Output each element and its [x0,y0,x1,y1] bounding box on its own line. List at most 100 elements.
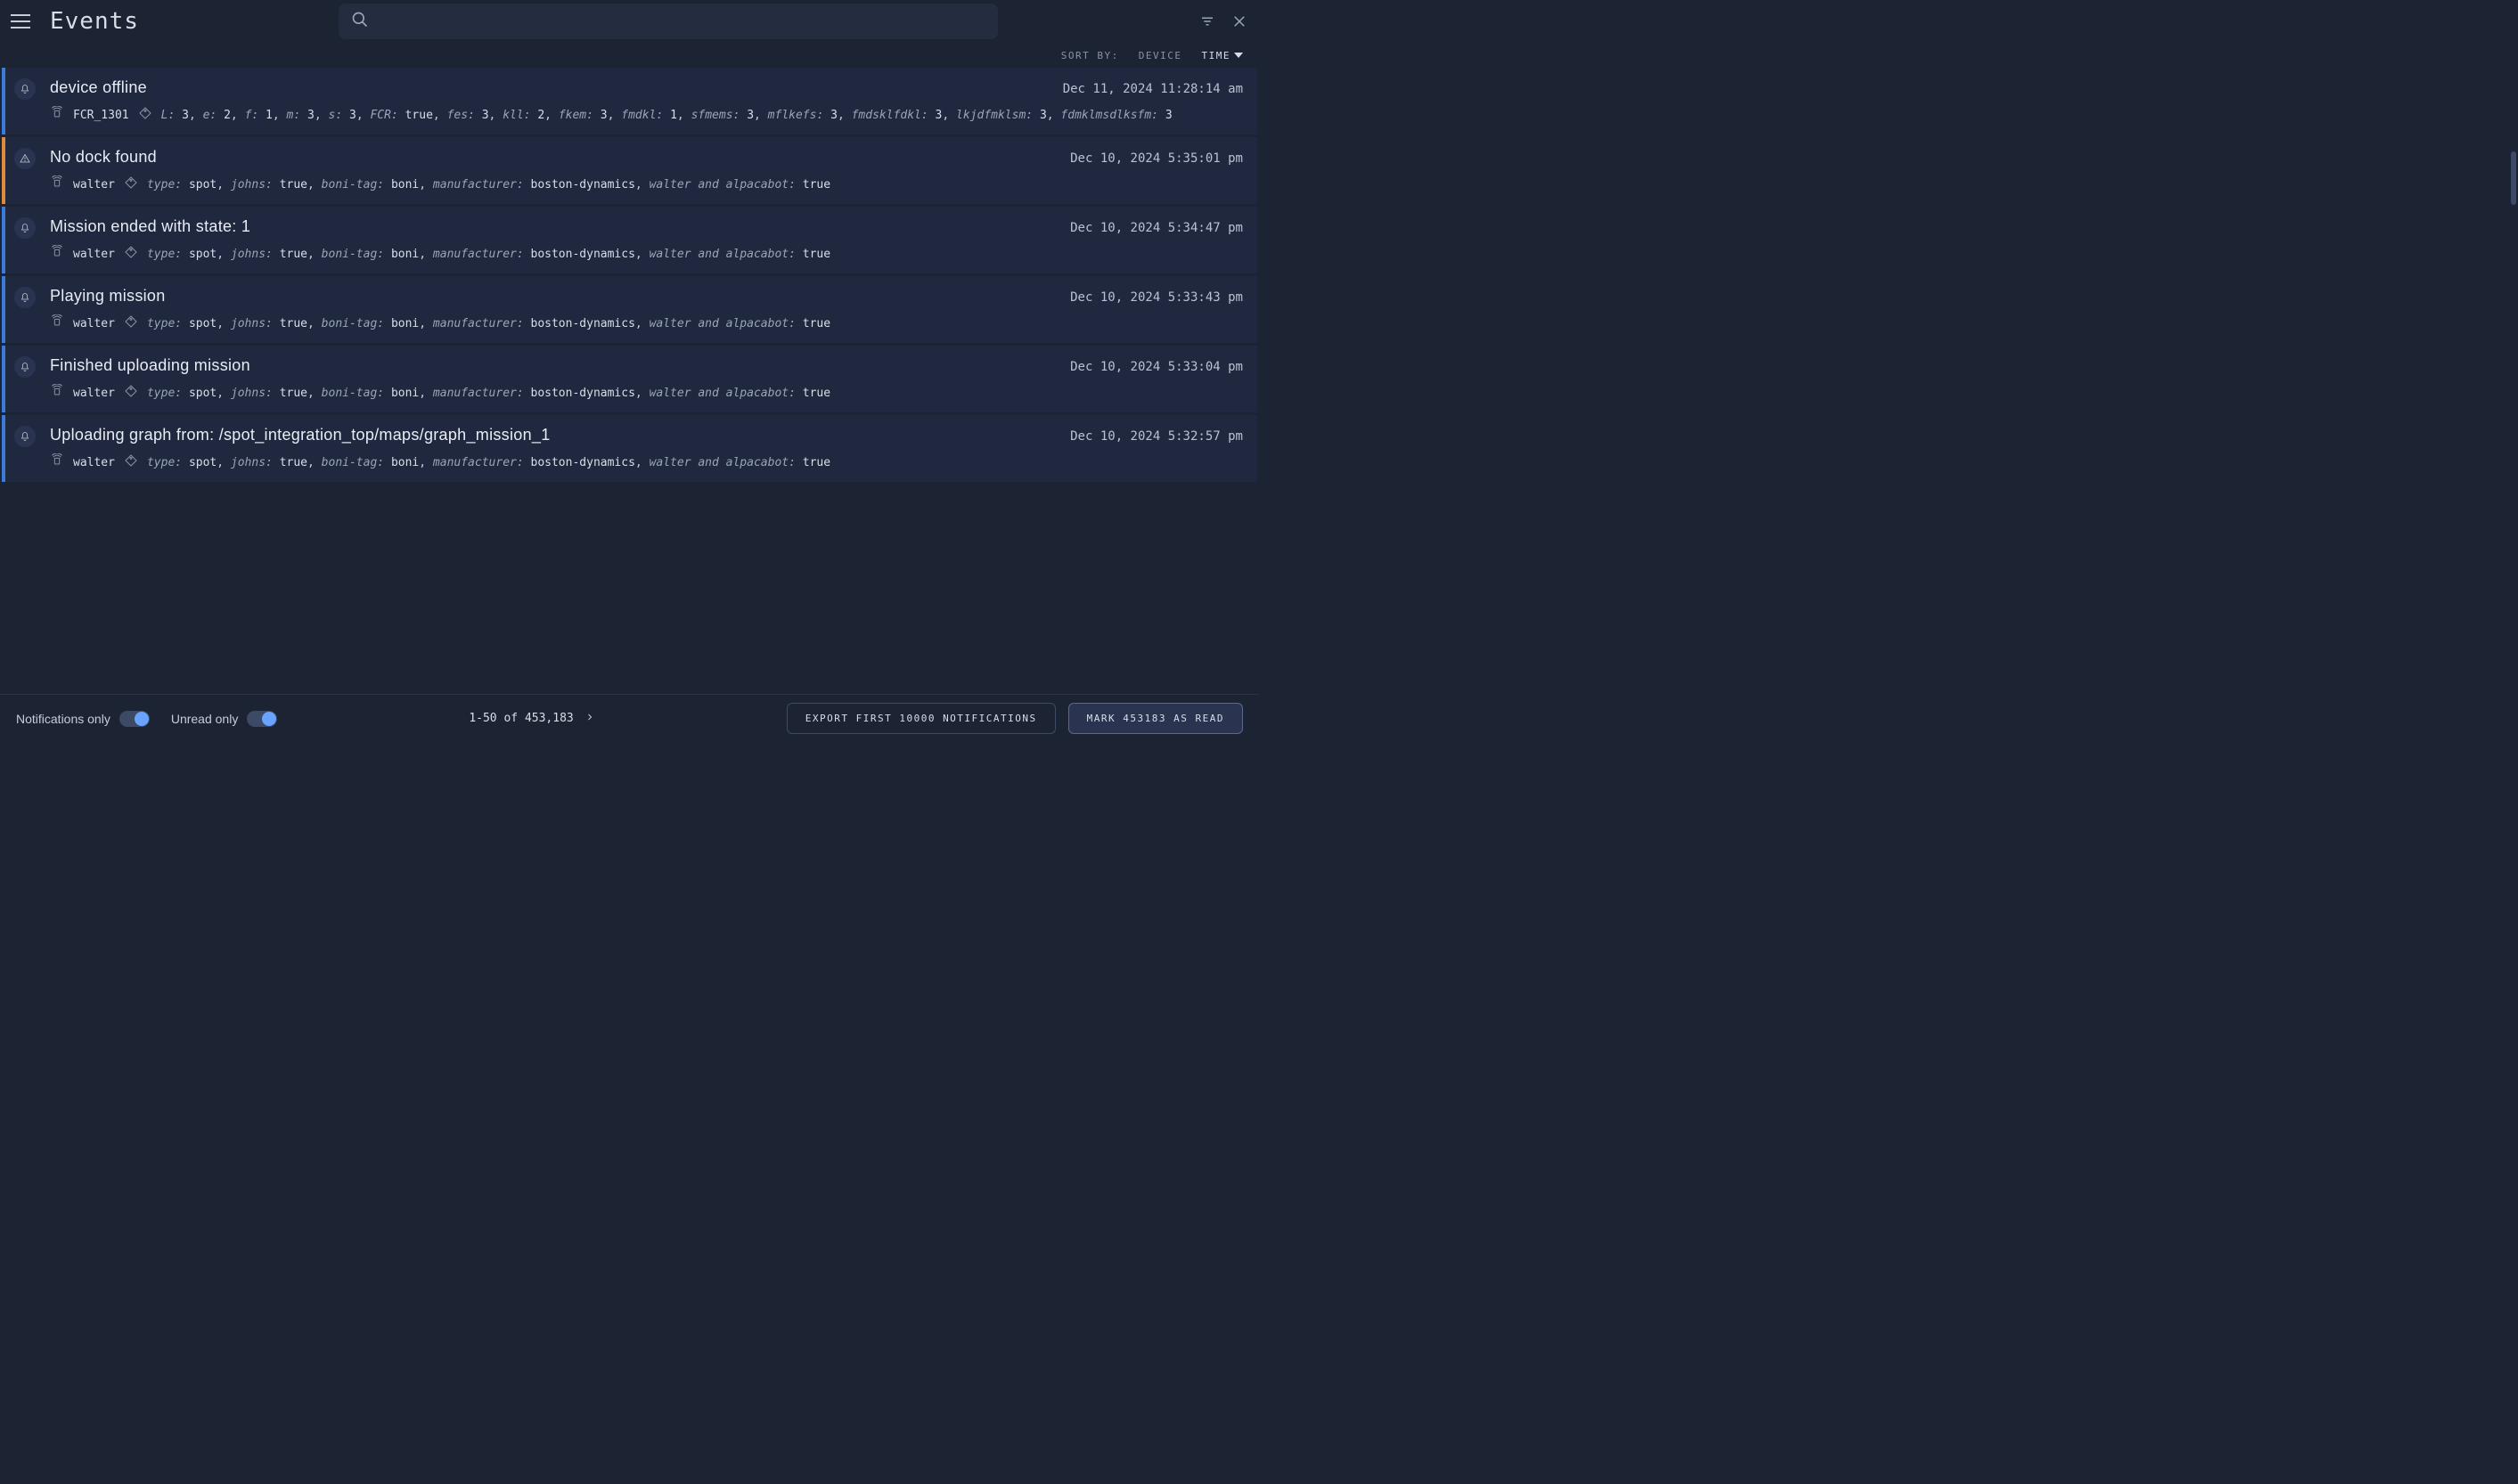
tag-value: true [803,178,830,192]
device-icon [50,106,64,124]
tag-key: walter and alpacabot: [650,248,796,261]
device-icon [50,245,64,263]
tag-key: L: [161,109,176,122]
event-timestamp: Dec 10, 2024 5:34:47 pm [1070,221,1243,235]
tag-value: true [280,387,307,400]
warning-icon [14,148,36,169]
accent-bar [2,346,5,412]
event-timestamp: Dec 10, 2024 5:33:43 pm [1070,290,1243,305]
tag-value: boston-dynamics [531,248,635,261]
tag-key: manufacturer: [433,248,524,261]
event-tags: type: spot, johns: true, boni-tag: boni,… [147,387,830,400]
tag-key: type: [147,387,182,400]
tag-key: boni-tag: [322,248,384,261]
bell-icon [14,426,36,447]
event-tags: type: spot, johns: true, boni-tag: boni,… [147,248,830,261]
tag-key: f: [245,109,259,122]
device-name: walter [73,387,115,400]
unread-only-toggle[interactable] [247,711,277,727]
tag-value: spot [189,456,217,469]
tag-value: boston-dynamics [531,387,635,400]
page-title: Events [50,8,139,35]
tag-key: sfmems: [691,109,740,122]
export-button[interactable]: EXPORT FIRST 10000 NOTIFICATIONS [787,703,1056,734]
scrollbar[interactable] [2511,151,2516,205]
tag-key: manufacturer: [433,387,524,400]
device-icon [50,453,64,471]
tag-key: mflkefs: [768,109,824,122]
accent-bar [2,68,5,135]
tag-value: 3 [830,109,838,122]
tag-value: 2 [537,109,544,122]
device-name: FCR_1301 [73,109,129,122]
tag-key: fmdkl: [621,109,663,122]
event-tags: L: 3, e: 2, f: 1, m: 3, s: 3, FCR: true,… [161,109,1173,122]
unread-only-label: Unread only [171,712,239,726]
event-tags: type: spot, johns: true, boni-tag: boni,… [147,317,830,330]
tag-value: true [405,109,433,122]
tag-key: walter and alpacabot: [650,317,796,330]
tag-value: boni [391,248,419,261]
tag-key: johns: [231,456,273,469]
accent-bar [2,276,5,343]
tag-value: boston-dynamics [531,178,635,192]
tag-value: 3 [601,109,608,122]
device-icon [50,175,64,193]
tag-key: boni-tag: [322,178,384,192]
event-row[interactable]: No dock foundDec 10, 2024 5:35:01 pmwalt… [2,137,1257,204]
accent-bar [2,137,5,204]
tag-value: true [280,317,307,330]
sort-time[interactable]: TIME [1202,50,1244,61]
event-title: Uploading graph from: /spot_integration_… [50,426,551,444]
menu-icon[interactable] [11,11,32,32]
tag-value: true [280,178,307,192]
chevron-down-icon [1234,53,1243,58]
event-row[interactable]: Finished uploading mission Dec 10, 2024 5… [2,346,1257,412]
tag-key: type: [147,317,182,330]
event-title: Mission ended with state: 1 [50,217,250,236]
tag-value: boni [391,456,419,469]
tag-value: true [803,248,830,261]
close-icon[interactable] [1230,12,1248,30]
event-row[interactable]: Playing mission Dec 10, 2024 5:33:43 pm wa… [2,276,1257,343]
tag-value: true [280,456,307,469]
event-row[interactable]: Uploading graph from: /spot_integration_… [2,415,1257,482]
tag-value: boni [391,317,419,330]
tag-value: spot [189,387,217,400]
device-name: walter [73,178,115,192]
tag-icon [124,314,138,332]
tag-key: walter and alpacabot: [650,456,796,469]
event-row[interactable]: device offlineDec 11, 2024 11:28:14 amFC… [2,68,1257,135]
search-box[interactable] [339,4,998,39]
tag-key: manufacturer: [433,178,524,192]
notifications-only-toggle[interactable] [119,711,150,727]
event-title: Finished uploading mission [50,356,250,375]
filter-icon[interactable] [1198,12,1216,30]
sort-by-label: SORT BY: [1061,50,1119,61]
sort-device[interactable]: DEVICE [1139,50,1182,61]
event-timestamp: Dec 11, 2024 11:28:14 am [1063,82,1243,96]
tag-key: boni-tag: [322,456,384,469]
tag-icon [138,106,152,124]
mark-read-button[interactable]: MARK 453183 AS READ [1068,703,1243,734]
tag-key: walter and alpacabot: [650,178,796,192]
tag-icon [124,384,138,402]
tag-value: 3 [936,109,943,122]
tag-value: true [803,317,830,330]
next-page-icon[interactable] [585,712,595,726]
tag-value: boston-dynamics [531,317,635,330]
tag-value: 3 [482,109,489,122]
tag-value: 3 [747,109,754,122]
event-title: Playing mission [50,287,166,306]
tag-value: spot [189,178,217,192]
tag-key: boni-tag: [322,317,384,330]
tag-key: manufacturer: [433,456,524,469]
search-input[interactable] [378,14,985,29]
tag-value: true [803,387,830,400]
event-row[interactable]: Mission ended with state: 1 Dec 10, 2024 … [2,207,1257,273]
event-timestamp: Dec 10, 2024 5:35:01 pm [1070,151,1243,166]
tag-key: type: [147,456,182,469]
bell-icon [14,78,36,100]
event-timestamp: Dec 10, 2024 5:33:04 pm [1070,360,1243,374]
bell-icon [14,287,36,308]
